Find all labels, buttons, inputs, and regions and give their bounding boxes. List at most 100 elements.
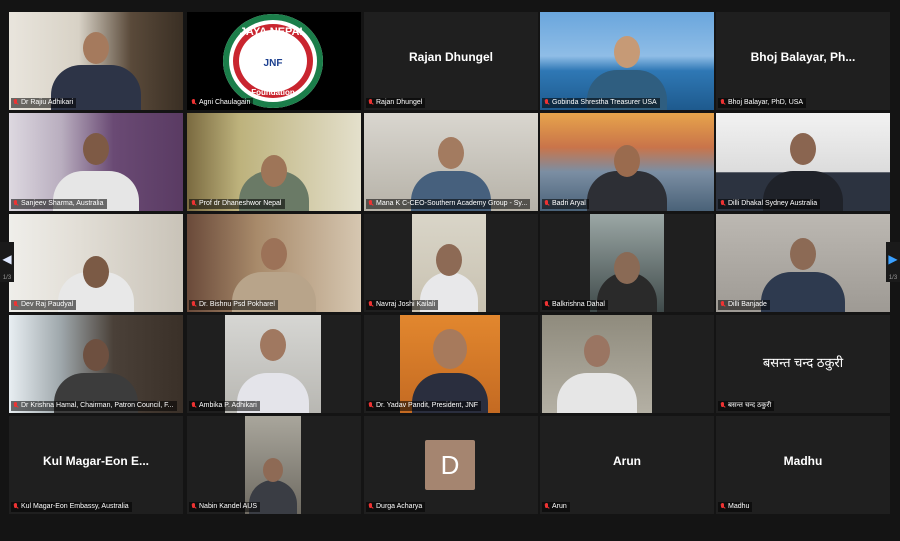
participant-tile[interactable]: Sanjeev Sharma, Australia (9, 113, 183, 211)
mic-muted-icon (13, 503, 19, 511)
participant-name-label: Ambika P. Adhikari (189, 401, 260, 411)
participant-video (187, 113, 361, 211)
participant-name-label: Navraj Joshi Kailali (366, 300, 439, 310)
page-indicator: 1/3 (2, 275, 12, 281)
participant-tile[interactable]: Dr. Yadav Pandit, President, JNF (364, 315, 538, 413)
participant-video (364, 315, 538, 413)
participant-name-label: Kul Magar-Eon Embassy, Australia (11, 502, 132, 512)
chevron-left-icon: ◀ (2, 252, 12, 266)
meeting-toolbar (0, 531, 900, 541)
participant-tile[interactable]: Dr. Bishnu Psd Pokharel (187, 214, 361, 312)
participant-tile[interactable]: बसन्त चन्द ठकुरी बसन्त चन्द ठकुरी (716, 315, 890, 413)
participant-name-label: Durga Acharya (366, 502, 426, 512)
participant-display-name: Arun (613, 454, 641, 468)
mic-muted-icon (368, 301, 374, 309)
mic-muted-icon (191, 402, 197, 410)
mic-muted-icon (13, 402, 19, 410)
participant-tile[interactable]: Dr Krishna Hamal, Chairman, Patron Counc… (9, 315, 183, 413)
participant-tile[interactable]: Arun Arun (540, 416, 714, 514)
participant-tile[interactable]: Dilli Dhakal Sydney Australia (716, 113, 890, 211)
participant-tile[interactable]: Madhu Madhu (716, 416, 890, 514)
mic-muted-icon (720, 200, 726, 208)
participant-video (540, 12, 714, 110)
participant-video (716, 214, 890, 312)
mic-muted-icon (720, 503, 726, 511)
participant-name-label: Dr Rajiu Adhikari (11, 98, 77, 108)
participant-display-name: बसन्त चन्द ठकुरी (762, 355, 844, 370)
mic-muted-icon (720, 99, 726, 107)
mic-muted-icon (191, 99, 197, 107)
participant-video (187, 214, 361, 312)
logo-text: JAYA NEPAL (239, 26, 307, 38)
participant-tile[interactable]: D Durga Acharya (364, 416, 538, 514)
participant-video (364, 113, 538, 211)
chevron-right-icon: ▶ (888, 252, 898, 266)
participant-display-name: Kul Magar-Eon E... (42, 454, 149, 468)
mic-muted-icon (720, 402, 726, 410)
participant-tile[interactable]: Dr Rajiu Adhikari (9, 12, 183, 110)
participant-video (540, 214, 714, 312)
participant-name-label: Agni Chaulagain (189, 98, 254, 108)
participant-tile[interactable]: Nabin Kandel AUS (187, 416, 361, 514)
participant-name-label: Mana K C-CEO-Southern Academy Group - Sy… (366, 199, 531, 209)
logo-text: JNF (263, 58, 283, 69)
participant-tile[interactable]: Badri Aryal (540, 113, 714, 211)
participant-tile[interactable]: Navraj Joshi Kailali (364, 214, 538, 312)
next-page-button[interactable]: ▶ 1/3 (886, 242, 900, 282)
participant-display-name: Madhu (783, 454, 823, 468)
participant-video (364, 214, 538, 312)
participant-tile[interactable]: Mana K C-CEO-Southern Academy Group - Sy… (364, 113, 538, 211)
mic-muted-icon (368, 503, 374, 511)
participant-tile[interactable]: Prof dr Dhaneshwor Nepal (187, 113, 361, 211)
participant-video (540, 113, 714, 211)
mic-muted-icon (191, 503, 197, 511)
participant-tile[interactable] (540, 315, 714, 413)
participant-name-label: बसन्त चन्द ठकुरी (718, 401, 775, 411)
mic-muted-icon (368, 402, 374, 410)
mic-muted-icon (368, 200, 374, 208)
participant-video (9, 113, 183, 211)
mic-muted-icon (13, 200, 19, 208)
participant-tile[interactable]: Balkrishna Dahal (540, 214, 714, 312)
participant-name-label: Bhoj Balayar, PhD, USA (718, 98, 807, 108)
participant-video (9, 214, 183, 312)
participant-tile[interactable]: Ambika P. Adhikari (187, 315, 361, 413)
participant-name-label: Dr Krishna Hamal, Chairman, Patron Counc… (11, 401, 177, 411)
participant-tile[interactable]: JAYA NEPAL JNF Foundation Agni Chaulagai… (187, 12, 361, 110)
participant-name-label: Rajan Dhungel (366, 98, 426, 108)
participant-name-label: Nabin Kandel AUS (189, 502, 260, 512)
mic-muted-icon (13, 301, 19, 309)
participant-name-label: Gobinda Shrestha Treasurer USA (542, 98, 660, 108)
participant-name-label: Dr. Yadav Pandit, President, JNF (366, 401, 482, 411)
mic-muted-icon (13, 99, 19, 107)
participant-tile[interactable]: Gobinda Shrestha Treasurer USA (540, 12, 714, 110)
participant-name-label: Dilli Dhakal Sydney Australia (718, 199, 821, 209)
participant-name-label: Balkrishna Dahal (542, 300, 608, 310)
avatar: D (425, 440, 475, 490)
participant-tile[interactable]: Dilli Banjade (716, 214, 890, 312)
participant-name-label: Dilli Banjade (718, 300, 770, 310)
participant-name-label: Badri Aryal (542, 199, 589, 209)
participant-tile[interactable]: Rajan Dhungel Rajan Dhungel (364, 12, 538, 110)
participant-video: JAYA NEPAL JNF Foundation (187, 12, 361, 110)
participant-display-name: Rajan Dhungel (408, 50, 493, 64)
mic-muted-icon (191, 200, 197, 208)
participant-tile[interactable]: Kul Magar-Eon E... Kul Magar-Eon Embassy… (9, 416, 183, 514)
participant-name-label: Dr. Bishnu Psd Pokharel (189, 300, 278, 310)
gallery-grid: Dr Rajiu Adhikari JAYA NEPAL JNF Foundat… (0, 0, 900, 541)
participant-tile[interactable]: Bhoj Balayar, Ph... Bhoj Balayar, PhD, U… (716, 12, 890, 110)
mic-muted-icon (544, 301, 550, 309)
mic-muted-icon (191, 301, 197, 309)
logo-text: Foundation (251, 88, 295, 97)
participant-video (540, 315, 714, 413)
participant-name-label: Sanjeev Sharma, Australia (11, 199, 107, 209)
previous-page-button[interactable]: ◀ 1/3 (0, 242, 14, 282)
participant-video (187, 416, 361, 514)
jaya-nepal-foundation-logo: JAYA NEPAL JNF Foundation (223, 14, 323, 108)
participant-name-label: Prof dr Dhaneshwor Nepal (189, 199, 285, 209)
mic-muted-icon (720, 301, 726, 309)
participant-video (9, 12, 183, 110)
mic-muted-icon (368, 99, 374, 107)
participant-tile[interactable]: Dev Raj Paudyal (9, 214, 183, 312)
participant-name-label: Dev Raj Paudyal (11, 300, 77, 310)
